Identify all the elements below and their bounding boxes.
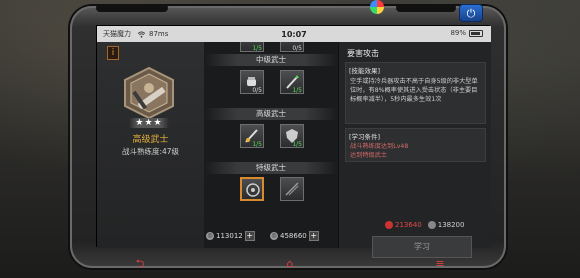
requirement-line: 达到特级武士 — [350, 151, 388, 159]
clock: 10:07 — [281, 29, 307, 39]
rank-panel: i ★★★ 高级武士 战斗熟练度:47级 — [97, 42, 204, 248]
resource-a: ◎ 113012 + — [206, 230, 255, 242]
skill-level: 1/5 — [252, 141, 262, 148]
skill-slot[interactable]: 0/5 — [280, 42, 304, 52]
mastery-level: 战斗熟练度:47级 — [121, 147, 180, 156]
tier-header: 特级武士 — [204, 162, 338, 174]
skill-title: 要害攻击 — [347, 49, 379, 58]
gold-cost: 213640 — [385, 221, 422, 229]
device-notch — [96, 4, 168, 12]
back-nav-icon[interactable]: ⮌ — [122, 258, 158, 270]
gold-coin-icon — [385, 221, 393, 229]
tier-header: 中级武士 — [204, 54, 338, 66]
power-button-icon[interactable]: ⏻ — [459, 4, 483, 22]
status-bar: 天猫魔力 87ms 10:07 89% — [97, 26, 491, 42]
vital-strike-skill-slot[interactable] — [240, 177, 264, 201]
requirement-line: 战斗熟练度达到Lv48 — [350, 143, 409, 150]
effect-heading: [技能效果] — [349, 67, 381, 75]
skill-level: 0/5 — [252, 87, 262, 94]
silver-coin-icon — [427, 221, 436, 229]
skill-slot[interactable]: 1/5 — [280, 70, 304, 94]
battery-status: 89% — [450, 29, 483, 37]
tier-header: 高级武士 — [204, 108, 338, 120]
resource-coin-icon: ◎ — [206, 232, 214, 240]
resource-coin-icon: ◎ — [270, 232, 278, 240]
gold-cost-value: 213640 — [395, 221, 422, 229]
add-resource-a-button[interactable]: + — [244, 231, 255, 241]
skill-slot[interactable]: 0/5 — [240, 70, 264, 94]
info-button[interactable]: i — [107, 46, 119, 60]
skill-level: 0/5 — [292, 45, 302, 52]
target-skill-icon — [246, 183, 260, 197]
skill-level: 1/5 — [252, 45, 262, 52]
silver-cost: 138200 — [427, 221, 465, 229]
samurai-rank-badge-icon — [124, 66, 174, 120]
game-scene: ⏻ 天猫魔力 87ms 10:07 89% i ★★★ 高级武士 战斗熟练度:4… — [0, 0, 580, 278]
skill-tree: 1/5 0/5 中级武士 0/5 1/5 高级武士 1/5 1/5 特级武士 — [204, 42, 338, 248]
home-nav-icon[interactable]: ⌂ — [272, 258, 308, 270]
rank-stars: ★★★ — [129, 118, 169, 128]
requirement-section: [学习条件] 战斗熟练度达到Lv48 达到特级武士 — [345, 128, 486, 162]
requirement-heading: [学习条件] — [349, 133, 381, 141]
effect-text: 空手或持冷兵器攻击不高于自身5级的非大型单位时，有8%概率使其进入受击状态（非主… — [350, 78, 478, 103]
skill-level: 1/5 — [292, 87, 302, 94]
slash-skill-icon — [285, 182, 299, 196]
skill-level: 1/5 — [292, 141, 302, 148]
resource-bar: ◎ 113012 + ◎ 458660 + — [204, 222, 338, 248]
battery-percent: 89% — [450, 29, 466, 37]
resource-a-value: 113012 — [216, 232, 243, 240]
skill-detail-panel: 要害攻击 [技能效果] 空手或持冷兵器攻击不高于自身5级的非大型单位时，有8%概… — [338, 42, 491, 258]
resource-b: ◎ 458660 + — [270, 230, 319, 242]
skill-slot[interactable]: 1/5 — [240, 42, 264, 52]
add-resource-b-button[interactable]: + — [308, 231, 319, 241]
resource-b-value: 458660 — [280, 232, 307, 240]
menu-nav-icon[interactable]: ≡ — [422, 258, 458, 270]
skill-slot[interactable] — [280, 177, 304, 201]
app-orb-icon[interactable] — [370, 0, 384, 14]
skill-slot[interactable]: 1/5 — [240, 124, 264, 148]
rank-name: 高级武士 — [132, 135, 169, 145]
silver-cost-value: 138200 — [437, 221, 465, 229]
effect-section: [技能效果] 空手或持冷兵器攻击不高于自身5级的非大型单位时，有8%概率使其进入… — [345, 62, 486, 124]
device-notch — [396, 4, 456, 12]
phone-screen: 天猫魔力 87ms 10:07 89% i ★★★ 高级武士 战斗熟练度:47级… — [96, 25, 491, 258]
learn-cost: 213640 138200 — [385, 221, 464, 229]
learn-button[interactable]: 学习 — [372, 236, 472, 258]
skill-slot[interactable]: 1/5 — [280, 124, 304, 148]
battery-icon — [469, 29, 483, 37]
